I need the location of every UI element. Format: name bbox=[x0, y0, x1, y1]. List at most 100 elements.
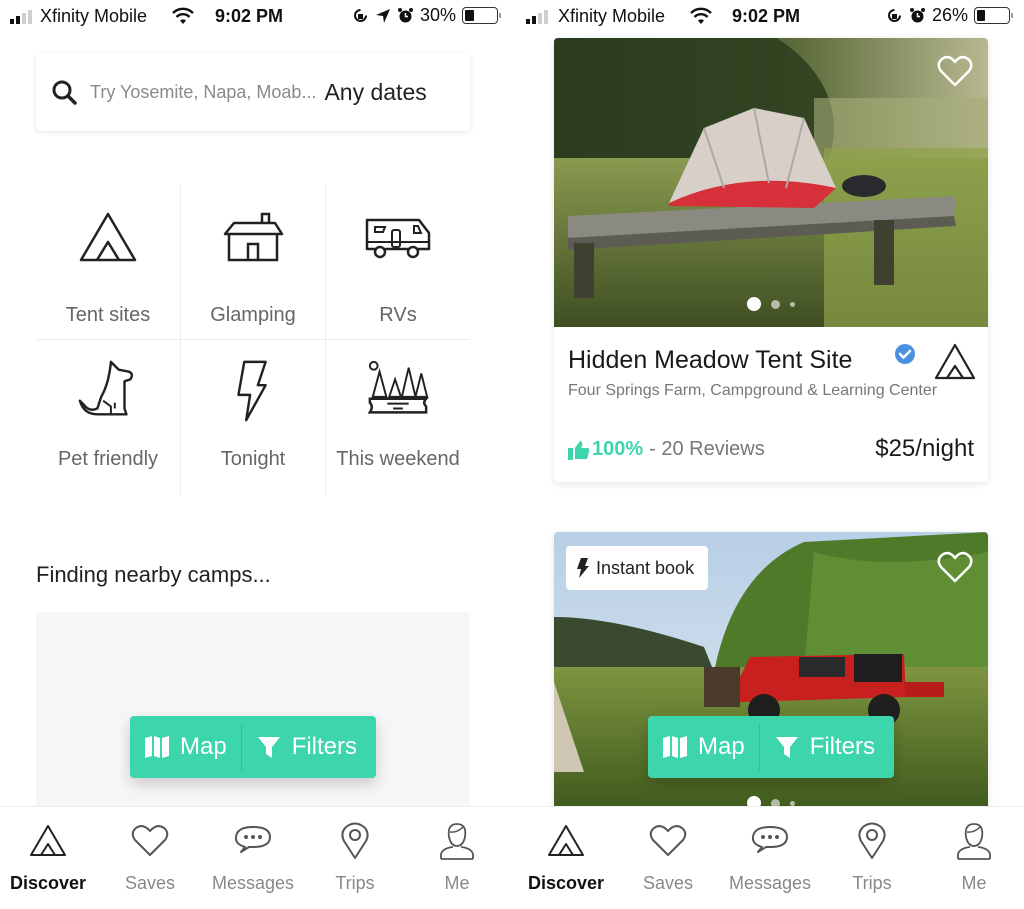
map-pin-icon bbox=[341, 822, 369, 859]
chat-bubble-icon bbox=[751, 826, 788, 853]
category-tonight[interactable]: Tonight bbox=[181, 340, 326, 496]
user-icon bbox=[957, 823, 991, 860]
filters-button[interactable]: Filters bbox=[760, 716, 889, 778]
category-grid: Tent sites Glamping RVs Pet friendly Ton… bbox=[36, 184, 470, 496]
save-heart-icon[interactable] bbox=[936, 54, 974, 88]
carrier-name: Xfinity Mobile bbox=[40, 6, 148, 26]
category-label: Tonight bbox=[220, 448, 286, 470]
carrier-name: Xfinity Mobile bbox=[558, 6, 666, 26]
category-pet-friendly[interactable]: Pet friendly bbox=[36, 340, 181, 496]
nav-discover[interactable]: Discover bbox=[0, 821, 98, 894]
location-arrow-icon bbox=[375, 8, 390, 23]
nav-me[interactable]: Me bbox=[407, 821, 507, 894]
clock: 9:02 PM bbox=[215, 6, 284, 26]
user-icon bbox=[440, 823, 474, 860]
nav-label: Messages bbox=[728, 873, 812, 893]
nav-trips[interactable]: Trips bbox=[305, 821, 405, 894]
bottom-nav: Discover Saves Messages Trips Me bbox=[0, 806, 512, 909]
map-icon bbox=[663, 736, 687, 758]
category-rvs[interactable]: RVs bbox=[326, 184, 470, 340]
pagination-dot[interactable] bbox=[771, 299, 780, 309]
nav-label: Trips bbox=[852, 873, 892, 893]
right-screen: Xfinity Mobile 9:02 PM 26% Hidden Meadow… bbox=[512, 0, 1024, 909]
nav-discover[interactable]: Discover bbox=[516, 821, 616, 894]
status-bar: Xfinity Mobile 9:02 PM 26% bbox=[512, 0, 1024, 34]
map-icon bbox=[145, 736, 169, 758]
battery-percent: 26% bbox=[931, 5, 968, 25]
orientation-lock-icon bbox=[888, 9, 901, 22]
pagination-dot[interactable] bbox=[790, 301, 795, 307]
verified-badge-icon bbox=[895, 344, 915, 364]
nav-messages[interactable]: Messages bbox=[203, 821, 303, 894]
clock: 9:02 PM bbox=[732, 6, 801, 26]
category-tent-sites[interactable]: Tent sites bbox=[36, 184, 181, 340]
dog-icon bbox=[78, 360, 134, 416]
search-input[interactable]: Try Yosemite, Napa, Moab... bbox=[90, 82, 316, 103]
alarm-icon bbox=[909, 8, 925, 23]
nav-label: Discover bbox=[527, 873, 605, 893]
listing-price: $25/night bbox=[875, 435, 974, 462]
nav-trips[interactable]: Trips bbox=[822, 821, 922, 894]
filters-label: Filters bbox=[809, 733, 876, 760]
nav-saves[interactable]: Saves bbox=[100, 821, 200, 894]
rating-percent: 100% bbox=[592, 438, 644, 460]
tent-on-platform-photo bbox=[554, 38, 988, 327]
map-filters-bar: Map Filters bbox=[130, 716, 376, 778]
instant-book-badge: Instant book bbox=[566, 546, 709, 590]
pagination-dot-active[interactable] bbox=[747, 297, 761, 311]
filter-icon bbox=[775, 737, 798, 758]
nav-label: Saves bbox=[642, 873, 694, 893]
rv-icon bbox=[365, 218, 431, 259]
category-this-weekend[interactable]: This weekend bbox=[326, 340, 470, 496]
nav-label: Me bbox=[961, 873, 987, 893]
nav-me[interactable]: Me bbox=[924, 821, 1024, 894]
review-count[interactable]: - 20 Reviews bbox=[649, 438, 765, 461]
battery-icon bbox=[974, 7, 1013, 24]
search-icon bbox=[52, 80, 77, 105]
listing-title[interactable]: Hidden Meadow Tent Site bbox=[568, 346, 852, 375]
wifi-icon bbox=[690, 7, 712, 24]
status-bar: Xfinity Mobile 9:02 PM 30% bbox=[0, 0, 512, 34]
tent-icon bbox=[934, 343, 976, 380]
category-glamping[interactable]: Glamping bbox=[181, 184, 326, 340]
lightning-icon bbox=[237, 360, 267, 422]
category-label: This weekend bbox=[336, 448, 460, 470]
map-button[interactable]: Map bbox=[130, 716, 241, 778]
left-screen: Xfinity Mobile 9:02 PM 30% Try Yosemite,… bbox=[0, 0, 512, 909]
search-bar[interactable]: Try Yosemite, Napa, Moab... Any dates bbox=[36, 53, 470, 131]
map-filters-bar: Map Filters bbox=[648, 716, 894, 778]
listing-card[interactable]: Hidden Meadow Tent Site Four Springs Far… bbox=[554, 38, 988, 482]
signal-icon bbox=[10, 10, 32, 24]
category-label: RVs bbox=[379, 304, 417, 326]
tent-icon bbox=[548, 825, 584, 856]
listing-subtitle: Four Springs Farm, Campground & Learning… bbox=[568, 382, 938, 399]
signal-icon bbox=[526, 10, 548, 24]
category-label: Pet friendly bbox=[57, 448, 159, 470]
filter-icon bbox=[257, 737, 280, 758]
listing-rating: 100% - 20 Reviews bbox=[568, 438, 765, 461]
tent-icon bbox=[79, 212, 137, 262]
nav-label: Messages bbox=[211, 873, 295, 893]
map-loading-placeholder bbox=[36, 612, 470, 812]
thumbs-up-icon bbox=[568, 440, 590, 460]
category-label: Glamping bbox=[210, 304, 296, 326]
alarm-icon bbox=[397, 8, 413, 23]
cabin-icon bbox=[223, 212, 284, 262]
nav-label: Discover bbox=[9, 873, 87, 893]
map-label: Map bbox=[180, 733, 227, 760]
listing-photo[interactable] bbox=[554, 38, 988, 327]
photo-pagination bbox=[554, 297, 988, 311]
battery-fill bbox=[977, 10, 985, 21]
nav-saves[interactable]: Saves bbox=[618, 821, 718, 894]
lightning-icon bbox=[577, 558, 589, 578]
battery-percent: 30% bbox=[419, 5, 456, 25]
map-label: Map bbox=[698, 733, 745, 760]
save-heart-icon[interactable] bbox=[936, 550, 974, 584]
nav-messages[interactable]: Messages bbox=[720, 821, 820, 894]
pagination-dot[interactable] bbox=[790, 800, 795, 806]
nav-label: Me bbox=[444, 873, 470, 893]
map-button[interactable]: Map bbox=[648, 716, 759, 778]
filters-button[interactable]: Filters bbox=[242, 716, 371, 778]
dates-selector[interactable]: Any dates bbox=[324, 79, 426, 106]
nav-label: Saves bbox=[124, 873, 176, 893]
